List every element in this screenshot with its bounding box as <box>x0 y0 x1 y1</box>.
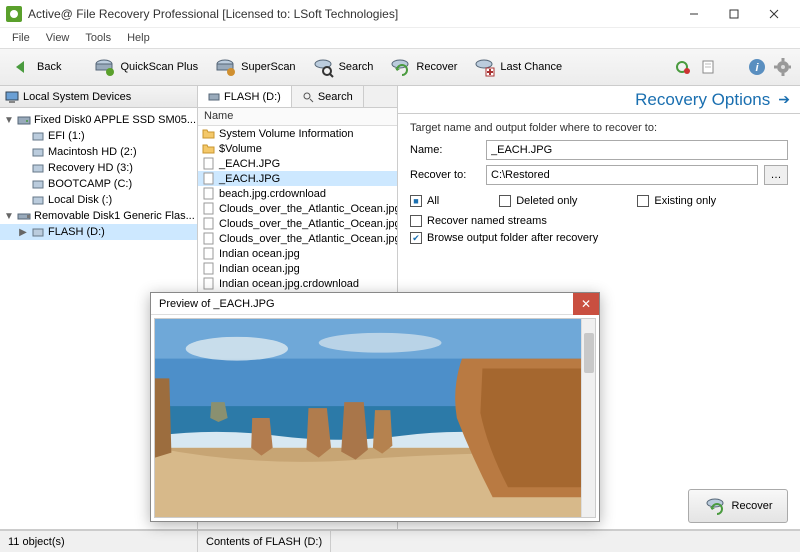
window-title: Active@ File Recovery Professional [Lice… <box>28 7 674 21</box>
back-button[interactable]: Back <box>6 53 71 81</box>
menubar: File View Tools Help <box>0 28 800 48</box>
file-row[interactable]: Clouds_over_the_Atlantic_Ocean.jpg <box>198 201 397 216</box>
recoverto-label: Recover to: <box>410 169 480 181</box>
titlebar: Active@ File Recovery Professional [Lice… <box>0 0 800 28</box>
file-row[interactable]: $Volume <box>198 141 397 156</box>
scrollbar-thumb[interactable] <box>584 333 594 373</box>
file-row[interactable]: Clouds_over_the_Atlantic_Ocean.jpg.crdo <box>198 231 397 246</box>
tree-node[interactable]: Recovery HD (3:) <box>0 160 197 176</box>
file-row[interactable]: Indian ocean.jpg <box>198 246 397 261</box>
tree-node[interactable]: ▼Removable Disk1 Generic Flas... <box>0 208 197 224</box>
minimize-button[interactable] <box>674 0 714 28</box>
computer-icon <box>5 90 19 104</box>
file-row[interactable]: Indian ocean.jpg <box>198 261 397 276</box>
back-icon <box>10 56 32 78</box>
toolbar: Back QuickScan Plus SuperScan Search Rec… <box>0 48 800 86</box>
search-icon <box>312 56 334 78</box>
tab-search[interactable]: Search <box>292 86 364 107</box>
search-button[interactable]: Search <box>308 53 384 81</box>
info-icon[interactable]: i <box>747 58 765 76</box>
arrow-right-icon[interactable]: ➔ <box>778 91 790 108</box>
target-label: Target name and output folder where to r… <box>410 122 788 134</box>
preview-body <box>154 318 596 518</box>
app-icon <box>6 6 22 22</box>
document-icon[interactable] <box>699 58 717 76</box>
preview-close-button[interactable]: ✕ <box>573 293 599 315</box>
tree-node[interactable]: Local Disk (:) <box>0 192 197 208</box>
lastchance-button[interactable]: Last Chance <box>469 53 572 81</box>
file-row[interactable]: Indian ocean.jpg.crdownload <box>198 276 397 291</box>
tree-node[interactable]: ▶FLASH (D:) <box>0 224 197 240</box>
file-row[interactable]: beach.jpg.crdownload <box>198 186 397 201</box>
tree-node[interactable]: BOOTCAMP (C:) <box>0 176 197 192</box>
close-button[interactable] <box>754 0 794 28</box>
file-row[interactable]: _EACH.JPG <box>198 171 397 186</box>
file-row[interactable]: Clouds_over_the_Atlantic_Ocean.jpg <box>198 216 397 231</box>
browse-button[interactable]: … <box>764 165 788 185</box>
device-tree-header: Local System Devices <box>0 86 197 108</box>
name-input[interactable] <box>486 140 788 160</box>
filter-all[interactable]: ■All <box>410 195 439 207</box>
file-row[interactable]: System Volume Information <box>198 126 397 141</box>
disk-superscan-icon <box>214 56 236 78</box>
tab-flash[interactable]: FLASH (D:) <box>198 86 292 107</box>
recover-button[interactable]: Recover <box>385 53 467 81</box>
maximize-button[interactable] <box>714 0 754 28</box>
preview-image <box>155 319 595 517</box>
column-header-name[interactable]: Name <box>198 108 397 126</box>
statusbar: 11 object(s) Contents of FLASH (D:) <box>0 530 800 552</box>
file-row[interactable]: _EACH.JPG <box>198 156 397 171</box>
status-objects: 11 object(s) <box>0 531 198 552</box>
opt-streams[interactable]: Recover named streams <box>410 215 788 227</box>
filter-existing[interactable]: ■Existing only <box>637 195 716 207</box>
recoverto-input[interactable] <box>486 165 758 185</box>
preview-titlebar[interactable]: Preview of _EACH.JPG ✕ <box>151 293 599 315</box>
superscan-button[interactable]: SuperScan <box>210 53 305 81</box>
gear-icon[interactable] <box>773 58 791 76</box>
recover-icon <box>389 56 411 78</box>
drive-icon <box>208 91 220 103</box>
recover-action-icon <box>704 495 726 517</box>
disk-scan-icon <box>93 56 115 78</box>
status-contents: Contents of FLASH (D:) <box>198 531 331 552</box>
tree-node[interactable]: ▼Fixed Disk0 APPLE SSD SM05... <box>0 112 197 128</box>
menu-view[interactable]: View <box>38 30 78 46</box>
menu-help[interactable]: Help <box>119 30 158 46</box>
recovery-options-header: Recovery Options ➔ <box>398 86 800 114</box>
lastchance-icon <box>473 56 495 78</box>
preview-scrollbar[interactable] <box>581 319 595 517</box>
name-label: Name: <box>410 144 480 156</box>
tree-node[interactable]: EFI (1:) <box>0 128 197 144</box>
search-tab-icon <box>302 91 314 103</box>
opt-browse[interactable]: ✔Browse output folder after recovery <box>410 232 788 244</box>
tree-node[interactable]: Macintosh HD (2:) <box>0 144 197 160</box>
refresh-icon[interactable] <box>673 58 691 76</box>
preview-window[interactable]: Preview of _EACH.JPG ✕ <box>150 292 600 522</box>
quickscan-button[interactable]: QuickScan Plus <box>89 53 208 81</box>
menu-tools[interactable]: Tools <box>77 30 119 46</box>
file-tabs: FLASH (D:) Search <box>198 86 397 108</box>
filter-deleted[interactable]: ■Deleted only <box>499 195 577 207</box>
menu-file[interactable]: File <box>4 30 38 46</box>
recover-action-button[interactable]: Recover <box>688 489 788 523</box>
preview-title: Preview of _EACH.JPG <box>159 298 573 310</box>
